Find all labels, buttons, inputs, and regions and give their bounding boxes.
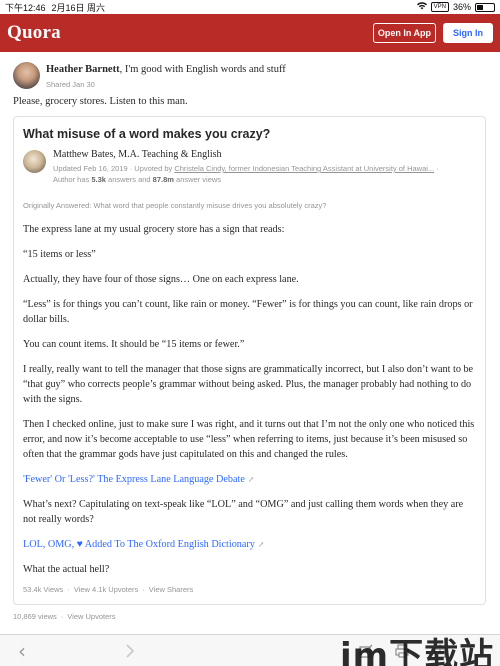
answer-card: What misuse of a word makes you crazy? M… — [13, 116, 486, 605]
paragraph: I really, really want to tell the manage… — [23, 364, 474, 405]
watermark: im下载站 — [340, 636, 495, 666]
author-avatar[interactable] — [23, 150, 46, 173]
answer-views-label: answer views — [173, 175, 222, 184]
battery-icon — [475, 2, 495, 12]
author-name[interactable]: Matthew Bates, M.A. Teaching & English — [53, 149, 222, 160]
sign-in-button[interactable]: Sign In — [443, 23, 493, 43]
paragraph: “Less” is for things you can’t count, li… — [23, 299, 473, 325]
upvoter-credential[interactable]: Christela Cindy, former Indonesian Teach… — [174, 164, 434, 173]
paragraph: Then I checked online, just to make sure… — [23, 419, 475, 460]
answer-stats: 53.4k Views · View 4.1k Upvoters · View … — [23, 585, 193, 594]
status-time: 下午12:46 — [5, 2, 46, 13]
external-link-icon: ↗ — [247, 475, 255, 484]
external-link-icon: ↗ — [257, 540, 265, 549]
sharer-credential: , I'm good with English words and stuff — [119, 64, 286, 75]
article-link-oxford[interactable]: LOL, OMG, ♥ Added To The Oxford English … — [23, 537, 478, 552]
question-title[interactable]: What misuse of a word makes you crazy? — [23, 127, 270, 141]
app-header: Quora Open In App Sign In — [0, 14, 500, 52]
paragraph: “15 items or less” — [23, 249, 96, 260]
paragraph: You can count items. It should be “15 it… — [23, 339, 245, 350]
answer-body: The express lane at my usual grocery sto… — [23, 222, 478, 587]
quora-logo[interactable]: Quora — [7, 22, 61, 44]
vpn-badge: VPN — [430, 2, 449, 12]
view-upvoters-link[interactable]: View 4.1k Upvoters — [74, 585, 138, 594]
answers-and-label: answers and — [105, 175, 153, 184]
separator: · — [142, 585, 145, 594]
share-views: 10,869 views — [13, 612, 57, 621]
answers-count: 5.3k — [91, 175, 106, 184]
wifi-icon — [416, 2, 427, 12]
separator: · — [67, 585, 70, 594]
paragraph: What’s next? Capitulating on text-speak … — [23, 499, 464, 525]
share-stats: 10,869 views · View Upvoters — [13, 612, 116, 621]
status-bar: 下午12:46 2月16日 周六 VPN 36% — [0, 0, 500, 14]
answer-meta: Updated Feb 16, 2019 · Upvoted by Christ… — [53, 163, 453, 185]
paragraph: The express lane at my usual grocery sto… — [23, 224, 285, 235]
forward-arrow-icon[interactable] — [122, 643, 138, 659]
view-sharers-link[interactable]: View Sharers — [149, 585, 193, 594]
share-date: Shared Jan 30 — [46, 80, 95, 89]
sharer-avatar[interactable] — [13, 62, 40, 89]
originally-answered[interactable]: Originally Answered: What word that peop… — [23, 201, 326, 210]
sharer-name[interactable]: Heather Barnett — [46, 64, 120, 75]
share-header: Heather Barnett, I'm good with English w… — [13, 62, 493, 92]
separator: · — [60, 612, 64, 621]
back-arrow-icon[interactable]: ‹ — [14, 639, 30, 663]
article-link-text[interactable]: LOL, OMG, ♥ Added To The Oxford English … — [23, 539, 255, 550]
paragraph: What the actual hell? — [23, 564, 110, 575]
paragraph: Actually, they have four of those signs…… — [23, 274, 299, 285]
article-link-text[interactable]: 'Fewer' Or 'Less?' The Express Lane Lang… — [23, 474, 245, 485]
article-link-fewer-less[interactable]: 'Fewer' Or 'Less?' The Express Lane Lang… — [23, 472, 478, 487]
status-date: 2月16日 周六 — [51, 2, 106, 13]
share-comment: Please, grocery stores. Listen to this m… — [13, 96, 188, 107]
share-view-upvoters-link[interactable]: View Upvoters — [67, 612, 115, 621]
battery-percent: 36% — [452, 2, 471, 12]
updated-date: Updated Feb 16, 2019 · Upvoted by — [53, 164, 175, 173]
answer-views: 53.4k Views — [23, 585, 64, 594]
open-in-app-button[interactable]: Open In App — [372, 23, 436, 43]
answer-views-count: 87.8m — [152, 175, 174, 184]
